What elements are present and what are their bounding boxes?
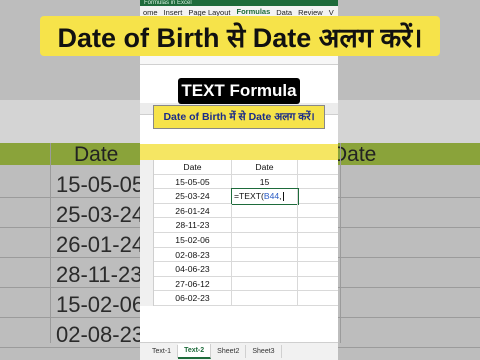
background-date-value: 28-11-23 [56,262,143,287]
row-number-cell [140,189,154,204]
date-cell[interactable]: 28-11-23 [154,218,232,233]
background-header-left: Date [74,143,119,166]
date-cell[interactable]: 02-08-23 [154,247,232,263]
empty-cell[interactable] [298,204,338,219]
text-cursor [282,192,284,202]
background-date-value: 15-02-06 [56,292,145,317]
result-cell[interactable] [232,276,298,292]
row-number-cell [140,291,154,306]
sheet-tab-sheet3[interactable]: Sheet3 [246,345,282,358]
background-date-value: 25-03-24 [56,202,145,227]
result-cell[interactable] [232,232,298,248]
empty-cell[interactable] [298,291,338,306]
date-cell[interactable]: 06-02-23 [154,291,232,306]
sheet-tab-text-2[interactable]: Text-2 [178,344,212,359]
row-number-cell [140,232,154,248]
empty-cell[interactable] [298,233,338,248]
row-number-cell [140,247,154,263]
table-header-row: Date Date [140,160,338,175]
top-caption-banner: Date of Birth से Date अलग करें। [40,16,440,56]
table-row: 04-06-23 [140,262,338,277]
row-number-cell [140,218,154,233]
background-date-value: 02-08-23 [56,322,145,347]
highlight-band [140,144,338,160]
cell-reference: B44 [263,191,280,202]
empty-cell[interactable] [298,160,338,175]
table-row: 28-11-23 [140,218,338,233]
table-row: 15-02-06 [140,232,338,248]
sheet-tab-sheet2[interactable]: Sheet2 [211,345,247,358]
row-number-cell [140,203,154,219]
date-cell[interactable]: 15-02-06 [154,232,232,248]
date-cell[interactable]: 25-03-24 [154,189,232,204]
result-cell[interactable]: 15 [232,174,298,190]
background-header-right: Date [332,143,377,166]
table-row: 25-03-24 =TEXT(B44, [140,188,338,205]
empty-cell[interactable] [298,262,338,277]
result-cell[interactable] [232,262,298,277]
formula-edit-cell[interactable]: =TEXT(B44, [231,188,299,205]
formula-suffix: , [279,191,282,202]
header-cell-date-a[interactable]: Date [154,160,232,175]
table-row: 02-08-23 [140,247,338,263]
result-cell[interactable] [232,291,298,306]
table-row: 27-06-12 [140,276,338,292]
header-cell-date-b[interactable]: Date [232,160,298,175]
formula-prefix: =TEXT( [234,191,264,202]
date-cell[interactable]: 15-05-05 [154,174,232,190]
screenshot-stage: B Date Date 15-05-0525-03-2426-01-2428-1… [0,0,480,360]
date-cell[interactable]: 04-06-23 [154,262,232,277]
row-number-cell [140,262,154,277]
empty-cell[interactable] [298,175,338,190]
row-number-cell [140,160,154,175]
background-date-value: 15-05-05 [56,172,145,197]
sheet-tab-bar: Text-1 Text-2 Sheet2 Sheet3 [140,342,338,360]
row-number-cell [140,174,154,190]
subtitle-caption: Date of Birth में से Date अलग करें। [153,105,325,129]
result-cell[interactable] [232,218,298,233]
table-row: 06-02-23 [140,291,338,306]
result-cell[interactable] [232,247,298,263]
sheet-tab-text-1[interactable]: Text-1 [146,345,179,358]
empty-cell[interactable] [298,248,338,263]
background-date-value: 26-01-24 [56,232,145,257]
formula-title-label: TEXT Formula [178,78,300,104]
sheet-grid: Date Date 15-05-05 15 25-03-24 =TEXT(B44, 26-0… [140,160,338,306]
empty-cell[interactable] [298,218,338,233]
table-row: 15-05-05 15 [140,174,338,190]
result-cell[interactable] [232,203,298,219]
row-number-cell [140,276,154,292]
date-cell[interactable]: 26-01-24 [154,203,232,219]
date-cell[interactable]: 27-06-12 [154,276,232,292]
table-row: 26-01-24 [140,203,338,219]
empty-cell[interactable] [298,189,338,204]
empty-cell[interactable] [298,277,338,292]
